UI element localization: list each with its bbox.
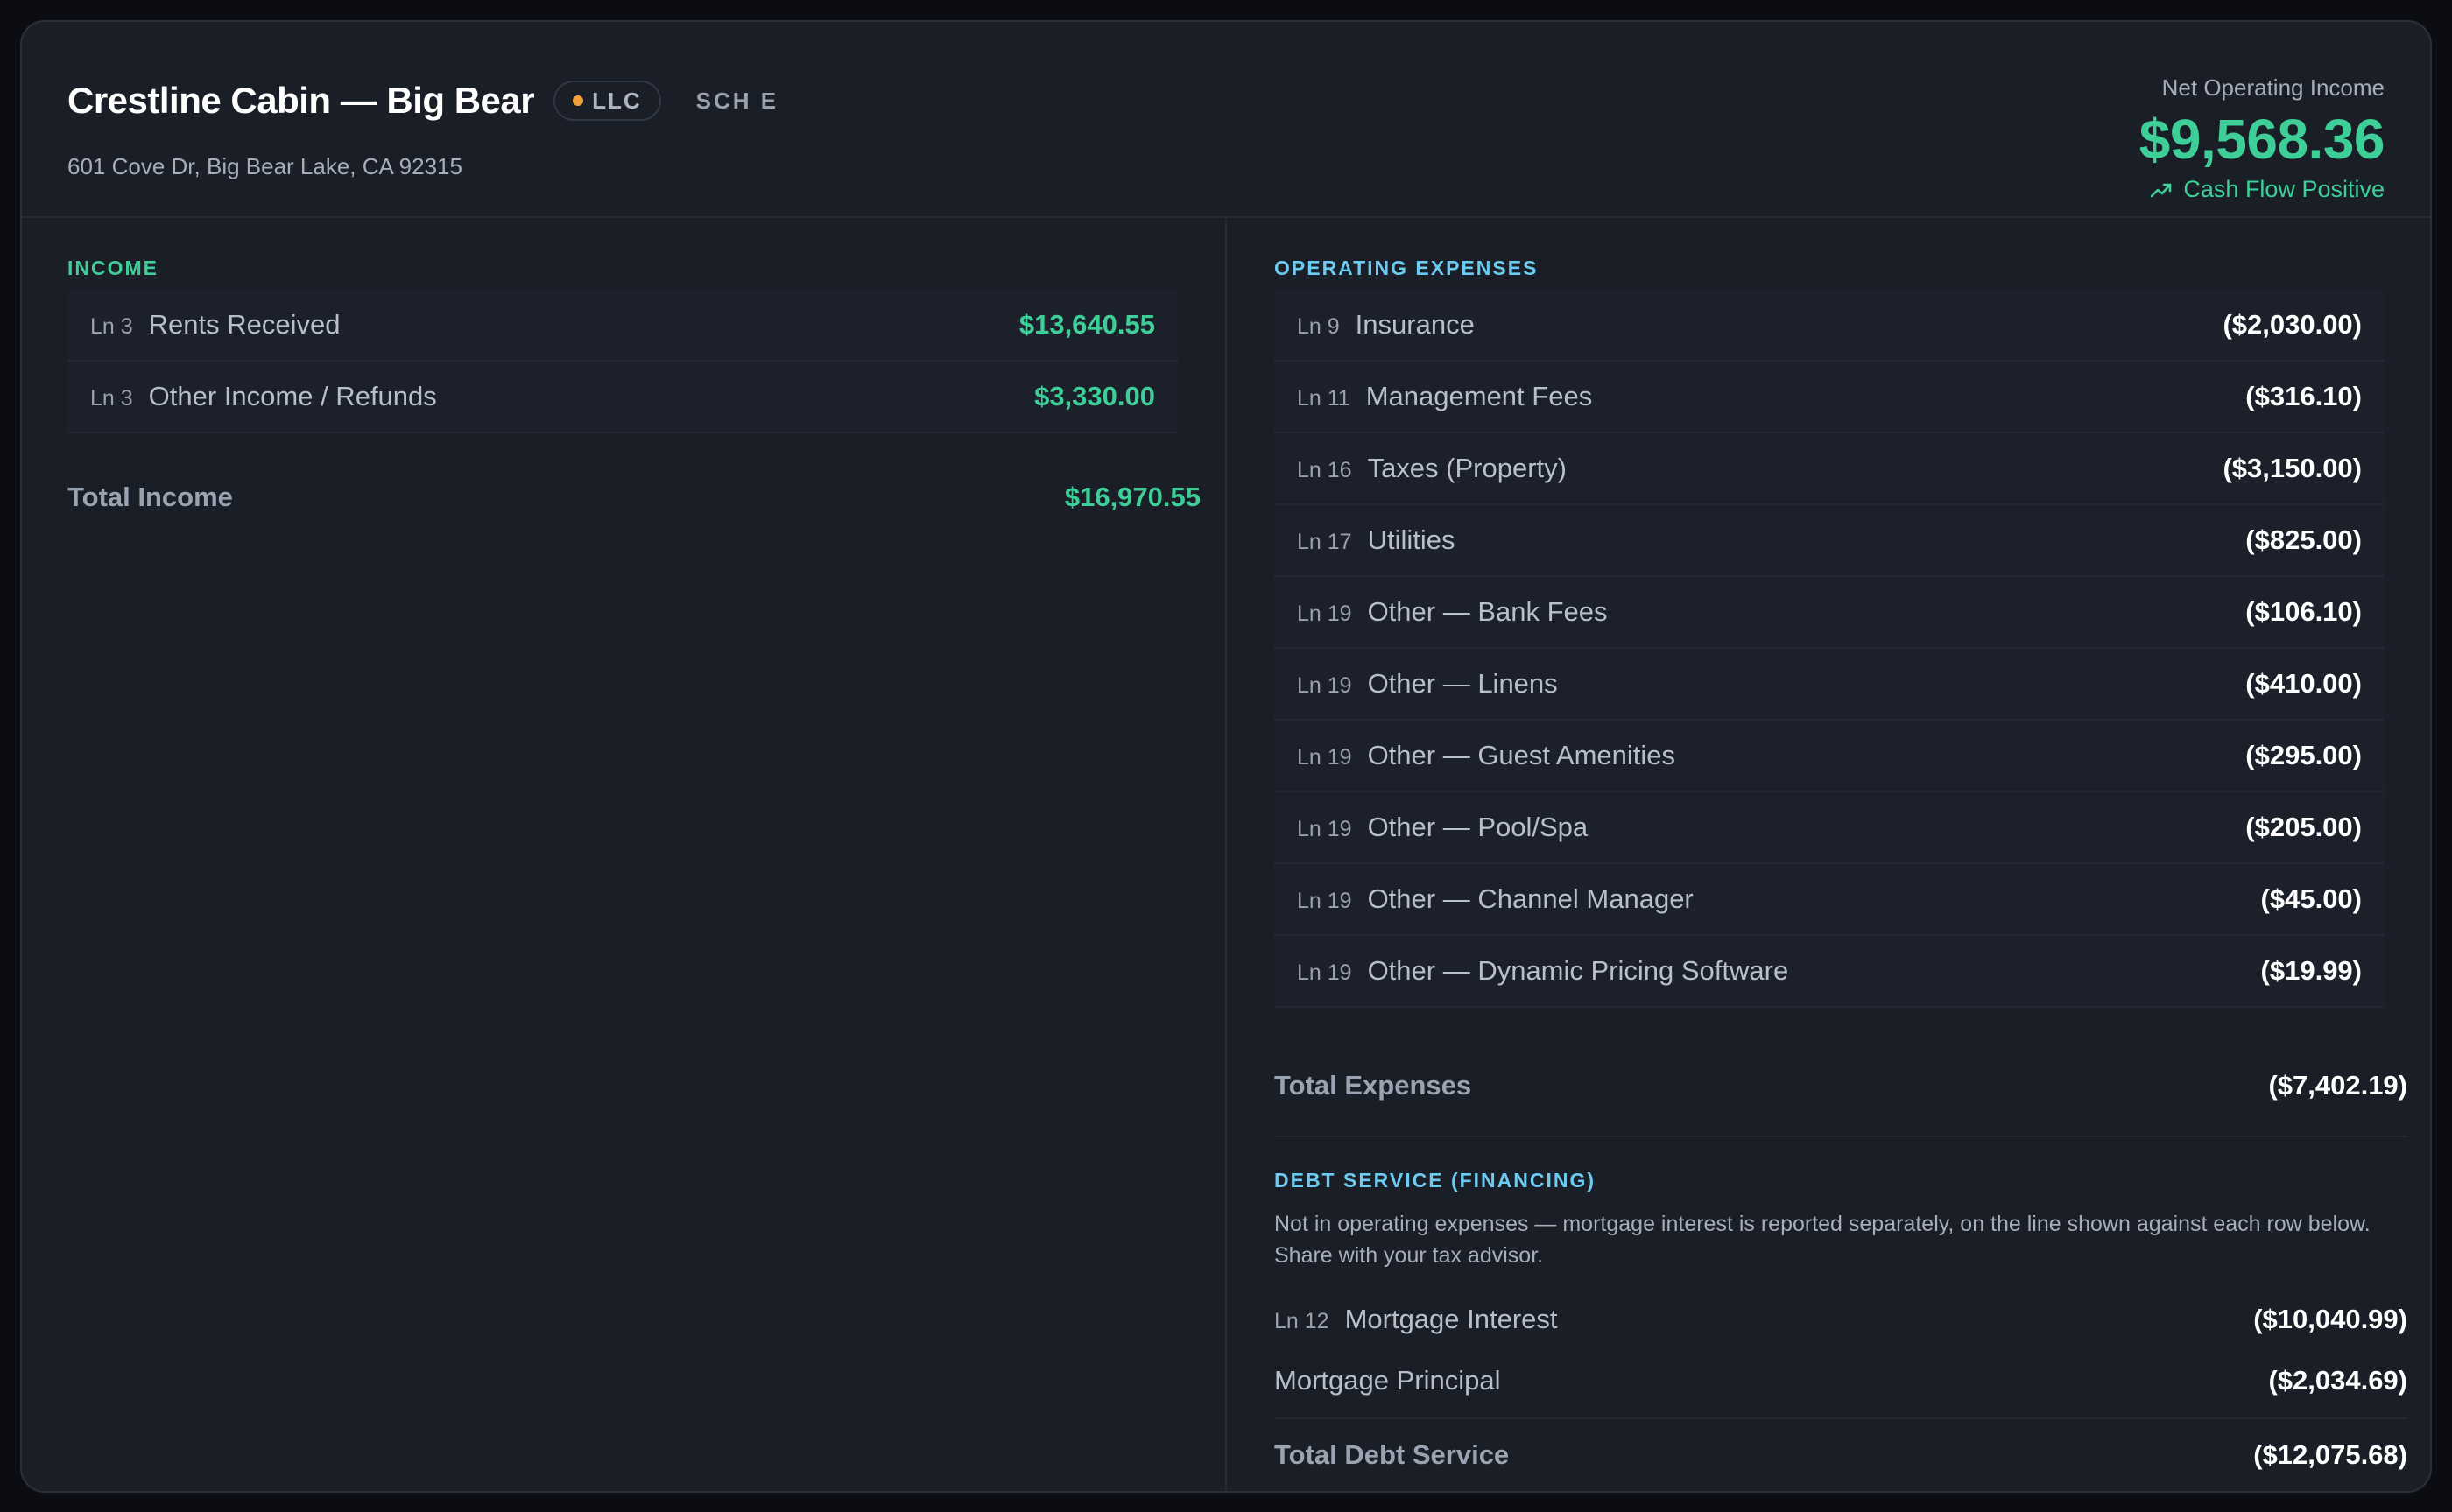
expense-label: Other — Bank Fees [1367,596,1608,627]
entity-dot-icon [573,95,584,106]
line-number: Ln 12 [1274,1309,1329,1333]
total-income-value: $16,970.55 [1064,482,1201,512]
mortgage-interest-label: Mortgage Interest [1344,1304,1558,1334]
expense-label: Management Fees [1365,381,1593,411]
expense-label: Other — Pool/Spa [1367,812,1589,842]
total-income-label: Total Income [67,482,233,512]
section-divider [1274,1136,2407,1137]
expense-amount: ($205.00) [2245,812,2362,842]
column-divider [1225,218,1227,1491]
total-debt-service-label: Total Debt Service [1274,1439,1510,1470]
line-number: Ln 19 [1297,960,1352,985]
debt-service-note: Not in operating expenses — mortgage int… [1274,1212,2371,1268]
line-number: Ln 19 [1297,889,1352,913]
expense-amount: ($3,150.00) [2223,453,2362,483]
expense-row[interactable]: Ln 19 Other — Pool/Spa ($205.00) [1274,792,2385,864]
line-number: Ln 19 [1297,673,1352,698]
expense-label: Other — Linens [1367,668,1558,699]
income-amount: $13,640.55 [1018,309,1155,340]
mortgage-interest-amount: ($10,040.99) [2253,1304,2407,1334]
expense-label: Taxes (Property) [1367,453,1567,483]
property-address: 601 Cove Dr, Big Bear Lake, CA 92315 [67,153,462,179]
income-row[interactable]: Ln 3 Other Income / Refunds $3,330.00 [67,362,1178,433]
expense-row[interactable]: Ln 19 Other — Dynamic Pricing Software ($… [1274,936,2385,1008]
trending-up-icon [2151,183,2172,197]
net-operating-income: Net Operating Income $9,568.36 Cash Flow… [2139,74,2385,203]
schedule-e-card: Crestline Cabin — Big Bear LLC SCH E 601… [20,20,2432,1493]
expense-row[interactable]: Ln 19 Other — Channel Manager ($45.00) [1274,864,2385,936]
expense-row[interactable]: Ln 19 Other — Linens ($410.00) [1274,649,2385,721]
expenses-section-title: OPERATING EXPENSES [1274,257,1539,279]
debt-total-divider [1274,1417,2407,1419]
schedule-tag: SCH E [695,87,779,114]
line-number: Ln 9 [1297,314,1340,339]
income-list: Ln 3 Rents Received $13,640.55 Ln 3 Othe… [67,290,1178,433]
debt-section-title: DEBT SERVICE (FINANCING) [1274,1169,1596,1192]
expense-label: Other — Dynamic Pricing Software [1367,955,1789,986]
expense-amount: ($106.10) [2245,596,2362,627]
entity-badge-label: LLC [592,87,642,114]
total-expenses-label: Total Expenses [1274,1070,1472,1101]
line-number: Ln 16 [1297,458,1352,482]
expense-amount: ($2,030.00) [2223,309,2362,340]
expense-row[interactable]: Ln 16 Taxes (Property) ($3,150.00) [1274,433,2385,505]
noi-value: $9,568.36 [2138,108,2385,171]
mortgage-principal-label: Mortgage Principal [1274,1365,1501,1396]
income-amount: $3,330.00 [1034,381,1155,411]
cash-flow-status: Cash Flow Positive [2139,176,2385,203]
expense-amount: ($45.00) [2260,883,2362,914]
line-number: Ln 11 [1297,386,1350,411]
total-expenses-value: ($7,402.19) [2268,1070,2407,1101]
line-number: Ln 3 [90,386,133,411]
property-header: Crestline Cabin — Big Bear LLC SCH E 601… [22,22,2430,218]
total-expenses-row: Total Expenses ($7,402.19) [1274,1064,2407,1108]
mortgage-principal-amount: ($2,034.69) [2268,1365,2407,1396]
line-number: Ln 17 [1297,530,1352,554]
expense-row[interactable]: Ln 19 Other — Bank Fees ($106.10) [1274,577,2385,649]
expense-amount: ($295.00) [2245,740,2362,770]
expense-label: Utilities [1367,524,1455,555]
noi-label: Net Operating Income [2161,74,2385,101]
mortgage-principal-row[interactable]: Mortgage Principal ($2,034.69) [1274,1354,2407,1407]
expense-row[interactable]: Ln 11 Management Fees ($316.10) [1274,362,2385,433]
property-name: Crestline Cabin — Big Bear [67,80,535,121]
expense-list: Ln 9 Insurance ($2,030.00) Ln 11 Managemen… [1274,290,2385,1008]
total-debt-service-value: ($12,075.68) [2253,1439,2407,1470]
expense-label: Other — Channel Manager [1367,883,1694,914]
entity-badge: LLC [553,81,661,121]
expense-amount: ($825.00) [2245,524,2362,555]
property-title-row: Crestline Cabin — Big Bear LLC SCH E [67,80,779,122]
line-number: Ln 3 [90,314,133,339]
total-income-row: Total Income $16,970.55 [67,475,1201,519]
expense-amount: ($316.10) [2245,381,2362,411]
line-number: Ln 19 [1297,601,1352,626]
mortgage-interest-row[interactable]: Ln 12 Mortgage Interest ($10,040.99) [1274,1293,2407,1346]
expense-row[interactable]: Ln 9 Insurance ($2,030.00) [1274,290,2385,362]
expense-amount: ($410.00) [2245,668,2362,699]
income-label: Rents Received [148,309,341,340]
line-number: Ln 19 [1297,745,1352,770]
line-number: Ln 19 [1297,817,1352,841]
expense-label: Other — Guest Amenities [1367,740,1676,770]
cash-flow-status-label: Cash Flow Positive [2183,176,2385,203]
expense-label: Insurance [1355,309,1475,340]
expense-row[interactable]: Ln 17 Utilities ($825.00) [1274,505,2385,577]
total-debt-service-row: Total Debt Service ($12,075.68) [1274,1433,2407,1477]
expense-amount: ($19.99) [2260,955,2362,986]
income-row[interactable]: Ln 3 Rents Received $13,640.55 [67,290,1178,362]
expense-row[interactable]: Ln 19 Other — Guest Amenities ($295.00) [1274,721,2385,792]
income-section-title: INCOME [67,257,159,279]
income-label: Other Income / Refunds [148,381,437,411]
